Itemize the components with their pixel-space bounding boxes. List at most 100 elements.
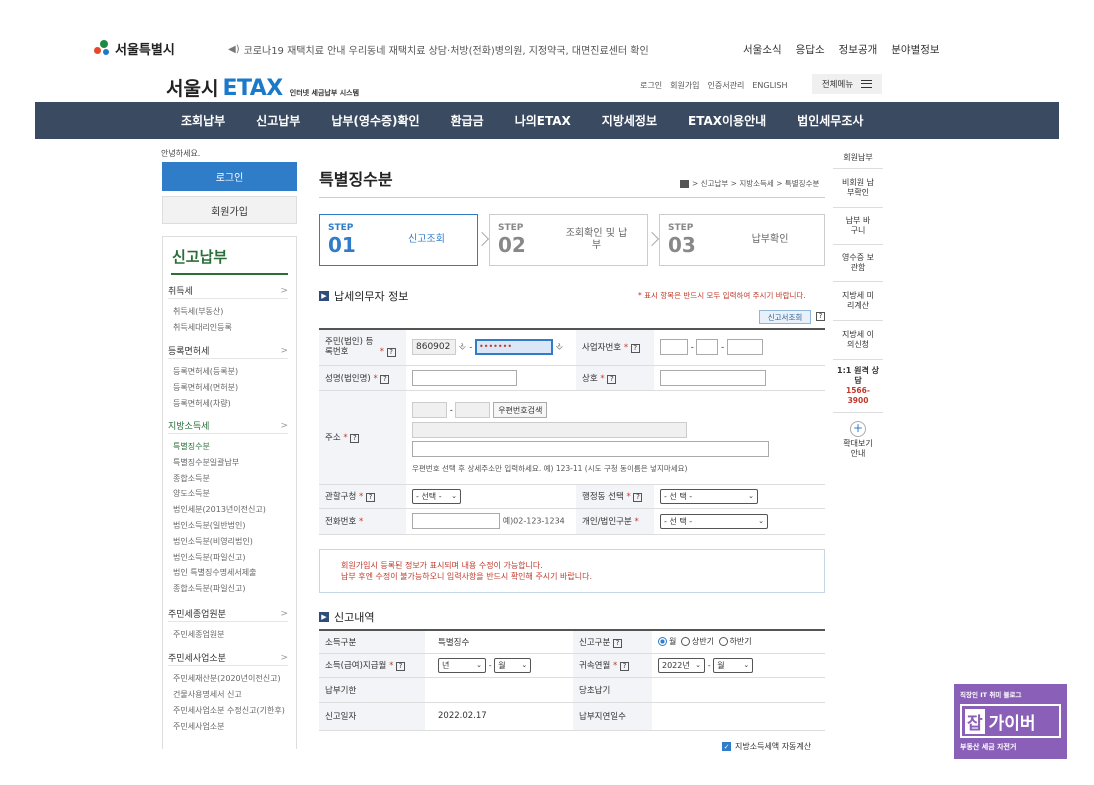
- sidebar-item[interactable]: 등록면허세(차량): [168, 396, 288, 412]
- radio-second-half[interactable]: [718, 637, 728, 647]
- top-nav-fields[interactable]: 분야별정보: [891, 42, 939, 57]
- dong-select[interactable]: - 선 택 - ⌄: [660, 488, 758, 504]
- firm-input[interactable]: [660, 369, 766, 386]
- sidebar-item[interactable]: 주민세종업원분: [168, 627, 288, 643]
- sidebar-item[interactable]: 법인소득분(일반법인): [168, 518, 288, 534]
- sidebar-item[interactable]: 주민세재산분(2020년이전신고): [168, 671, 288, 687]
- report-lookup-button[interactable]: 신고서조회: [759, 310, 811, 324]
- help-icon[interactable]: ?: [816, 312, 825, 321]
- pay-year-select[interactable]: 년 ⌄: [438, 657, 486, 673]
- sidebar-item[interactable]: 건물사용명세서 신고: [168, 687, 288, 703]
- sidebar-item[interactable]: 양도소득분: [168, 486, 288, 502]
- help-icon[interactable]: ?: [633, 493, 643, 502]
- sidebar-group-header[interactable]: 주민세사업소분 >: [168, 650, 288, 666]
- belong-month-select[interactable]: 월 ⌄: [713, 657, 754, 673]
- quick-remote-consult[interactable]: 1:1 원격 상담 1566-3900: [833, 360, 883, 413]
- top-nav: 서울소식 응답소 정보공개 분야별정보: [743, 42, 940, 57]
- quick-guest-confirm[interactable]: 비회원 납부확인: [833, 169, 883, 208]
- name-input[interactable]: [412, 369, 517, 386]
- biz-no-3-input[interactable]: [726, 339, 763, 356]
- biz-no-1-input[interactable]: [660, 339, 688, 356]
- home-icon[interactable]: [680, 179, 689, 188]
- zip-1-input[interactable]: [412, 402, 447, 418]
- sidebar-group-header[interactable]: 지방소득세 >: [168, 418, 288, 434]
- quick-member-pay[interactable]: 회원납부: [833, 148, 883, 169]
- help-icon[interactable]: ?: [365, 493, 375, 502]
- notice-ticker[interactable]: ◀) 코로나19 재택치료 안내 우리동네 재택치료 상담·처방(전화)병의원,…: [228, 42, 649, 57]
- help-icon[interactable]: ?: [612, 638, 622, 648]
- nav-report-pay[interactable]: 신고납부: [256, 112, 300, 129]
- sidebar-group-header[interactable]: 주민세종업원분 >: [168, 606, 288, 622]
- sidebar-item[interactable]: 법인소득분(파일신고): [168, 550, 288, 566]
- top-nav-response[interactable]: 응답소: [796, 42, 825, 57]
- nav-local-tax-info[interactable]: 지방세정보: [602, 112, 657, 129]
- district-select[interactable]: - 선택 - ⌄: [412, 488, 461, 504]
- help-icon[interactable]: ?: [350, 434, 360, 443]
- sidebar-item[interactable]: 법인세분(2013년이전신고): [168, 502, 288, 518]
- nav-receipt[interactable]: 납부(영수증)확인: [331, 112, 419, 129]
- nav-refund[interactable]: 환급금: [451, 112, 484, 129]
- quick-precalc[interactable]: 지방세 미리계산: [833, 282, 883, 321]
- sidebar-item[interactable]: 종합소득분: [168, 471, 288, 487]
- sidebar-item[interactable]: 취득세대리인등록: [168, 320, 288, 336]
- rrn-front-input[interactable]: 860902: [412, 339, 456, 356]
- nav-inquiry-pay[interactable]: 조회납부: [181, 112, 225, 129]
- keyboard-security-icon[interactable]: ⎀: [556, 342, 564, 352]
- quick-zoom[interactable]: + 확대보기 안내: [833, 413, 883, 459]
- rrn-back-input[interactable]: •••••••: [475, 339, 553, 356]
- checkbox-checked-icon[interactable]: ✓: [722, 742, 731, 751]
- belong-year-select[interactable]: 2022년 ⌄: [658, 657, 705, 673]
- login-button[interactable]: 로그인: [162, 162, 297, 191]
- sidebar-item[interactable]: 주민세사업소분 수정신고(기한후): [168, 703, 288, 719]
- etax-logo-e: ETAX: [222, 76, 283, 101]
- sidebar-item[interactable]: 법인소득분(비영리법인): [168, 534, 288, 550]
- english-link[interactable]: ENGLISH: [752, 81, 787, 90]
- nav-corp-audit[interactable]: 법인세무조사: [797, 112, 863, 129]
- quick-objection[interactable]: 지방세 이의신청: [833, 321, 883, 360]
- radio-first-half[interactable]: [680, 637, 690, 647]
- etax-logo[interactable]: 서울시 ETAX 인터넷 세금납부 시스템: [166, 74, 359, 101]
- sidebar-item[interactable]: 특별징수분일괄납부: [168, 455, 288, 471]
- sidebar-item[interactable]: 취득세(부동산): [168, 304, 288, 320]
- cert-link[interactable]: 인증서관리: [708, 80, 745, 91]
- addr-base-input[interactable]: [412, 422, 687, 438]
- notice-text[interactable]: 코로나19 재택치료 안내 우리동네 재택치료 상담·처방(전화)병의원, 지정…: [244, 42, 649, 57]
- zip-2-input[interactable]: [455, 402, 491, 418]
- join-button[interactable]: 회원가입: [162, 196, 297, 224]
- help-icon[interactable]: ?: [607, 374, 617, 384]
- sidebar-item[interactable]: 종합소득분(파일신고): [168, 581, 288, 597]
- help-icon[interactable]: ?: [396, 662, 406, 671]
- sidebar-group-header[interactable]: 등록면허세 >: [168, 343, 288, 359]
- help-icon[interactable]: ?: [630, 344, 640, 354]
- nav-my-etax[interactable]: 나의ETAX: [515, 112, 571, 129]
- auto-calc-checkbox[interactable]: ✓ 지방소득세액 자동계산: [722, 741, 811, 752]
- zip-search-button[interactable]: 우편번호검색: [493, 402, 548, 418]
- radio-month[interactable]: [658, 637, 667, 647]
- quick-receipt-box[interactable]: 영수증 보관함: [833, 245, 883, 282]
- phone-input[interactable]: [412, 513, 500, 529]
- quick-cart[interactable]: 납부 바구니: [833, 208, 883, 245]
- chevron-right-icon: >: [280, 608, 288, 619]
- all-menu-button[interactable]: 전체메뉴: [812, 74, 882, 94]
- section-title-text: 신고내역: [334, 611, 375, 624]
- top-nav-disclosure[interactable]: 정보공개: [839, 42, 878, 57]
- help-icon[interactable]: ?: [380, 374, 390, 384]
- help-icon[interactable]: ?: [386, 348, 396, 358]
- sidebar-item[interactable]: 주민세사업소분: [168, 719, 288, 735]
- seoul-logo[interactable]: 서울특별시: [92, 38, 175, 58]
- biz-no-2-input[interactable]: [696, 339, 719, 356]
- sidebar-item[interactable]: 법인 특별징수명세서제출: [168, 565, 288, 581]
- login-link[interactable]: 로그인: [640, 80, 662, 91]
- sidebar-group-header[interactable]: 취득세 >: [168, 283, 288, 299]
- addr-detail-input[interactable]: [412, 441, 769, 457]
- top-nav-news[interactable]: 서울소식: [743, 42, 782, 57]
- keyboard-security-icon[interactable]: ⎀: [459, 342, 467, 352]
- pay-month-select[interactable]: 월 ⌄: [494, 657, 532, 673]
- sidebar-item-active[interactable]: 특별징수분: [168, 439, 288, 455]
- person-corp-select[interactable]: - 선 택 - ⌄: [660, 513, 768, 529]
- sidebar-item[interactable]: 등록면허세(등록분): [168, 364, 288, 380]
- help-icon[interactable]: ?: [619, 662, 629, 671]
- join-link[interactable]: 회원가입: [670, 80, 699, 91]
- sidebar-item[interactable]: 등록면허세(면허분): [168, 380, 288, 396]
- nav-etax-guide[interactable]: ETAX이용안내: [688, 112, 766, 129]
